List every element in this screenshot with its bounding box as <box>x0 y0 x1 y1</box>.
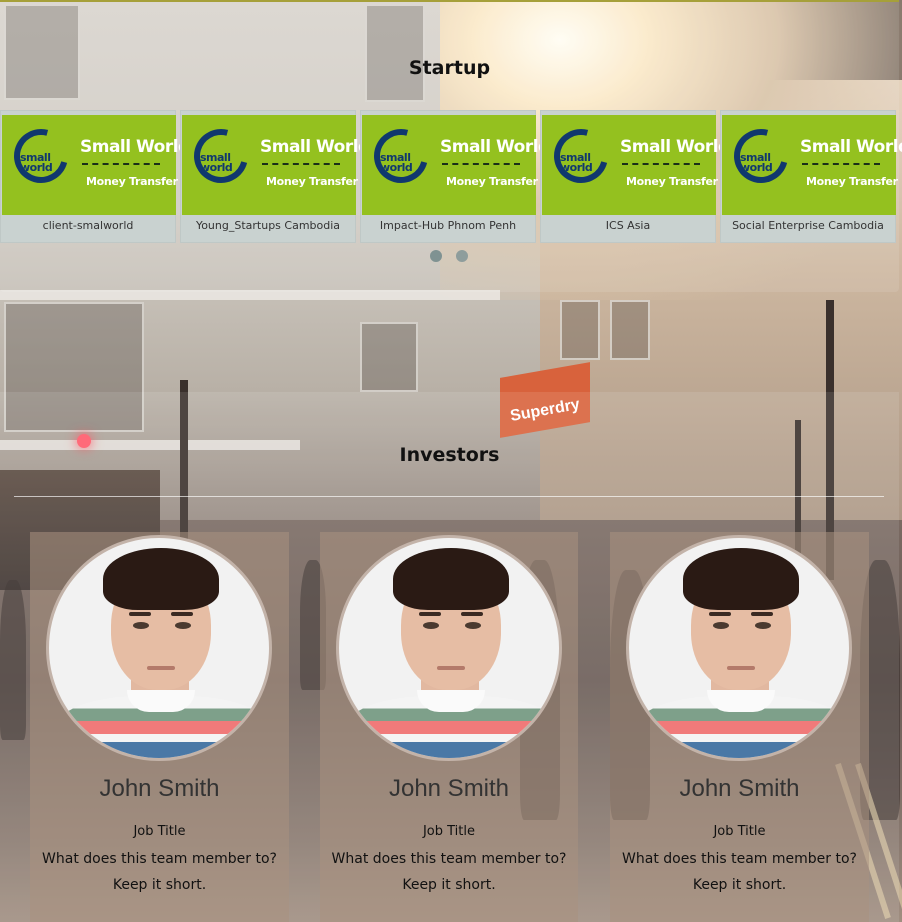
investors-section-title: Investors <box>399 444 500 466</box>
logo-title: Small World <box>80 137 190 157</box>
small-world-logo: small world Small World Money Transfer <box>722 115 902 215</box>
small-world-logo: small world Small World Money Transfer <box>362 115 550 215</box>
member-job-title: Job Title <box>133 824 186 839</box>
member-description-line: Keep it short. <box>112 877 207 893</box>
startup-section: Startup small world Small World Money Tr… <box>0 0 902 292</box>
avatar-hair <box>103 548 219 610</box>
background-window <box>360 322 418 392</box>
member-description-line: Keep it short. <box>402 877 496 893</box>
startup-card-label: Young_Startups Cambodia <box>195 219 341 232</box>
avatar-brow <box>129 612 151 616</box>
startup-card[interactable]: small world Small World Money Transfer Y… <box>180 110 370 243</box>
member-description-line: What does this team member to? <box>622 851 857 867</box>
background-window <box>560 300 600 360</box>
avatar-brow <box>751 612 773 616</box>
logo-subtitle: Money Transfer <box>806 175 898 188</box>
small-world-logo: small world Small World Money Transfer <box>2 115 190 215</box>
team-member-card: John Smith Job Title What does this team… <box>30 532 289 922</box>
startup-card-label: ICS Asia <box>605 219 651 232</box>
section-divider <box>14 496 884 497</box>
startup-card-label: Impact-Hub Phnom Penh <box>379 219 517 232</box>
logo-small-text: small world <box>200 151 233 174</box>
logo-title: Small World <box>800 137 902 157</box>
avatar <box>46 535 272 761</box>
avatar-hair <box>393 548 509 610</box>
member-name: John Smith <box>99 775 220 802</box>
avatar-brow <box>709 612 731 616</box>
logo-small-text: small world <box>380 151 413 174</box>
startup-carousel: small world Small World Money Transfer c… <box>0 110 902 243</box>
team-member-card: John Smith Job Title What does this team… <box>610 532 869 922</box>
avatar-eye <box>175 622 191 629</box>
avatar-mouth <box>727 666 755 670</box>
member-description-line: What does this team member to? <box>42 851 277 867</box>
avatar-hair <box>683 548 799 610</box>
logo-subtitle: Money Transfer <box>446 175 538 188</box>
logo-divider <box>802 163 880 165</box>
startup-card[interactable]: small world Small World Money Transfer I… <box>540 110 730 243</box>
member-description: What does this team member to? Keep it s… <box>320 846 578 898</box>
logo-divider <box>622 163 700 165</box>
member-description: What does this team member to? Keep it s… <box>610 846 869 898</box>
small-world-logo: small world Small World Money Transfer <box>182 115 370 215</box>
avatar-mouth <box>147 666 175 670</box>
avatar-eye <box>713 622 729 629</box>
avatar <box>626 535 852 761</box>
investors-section: Investors John Smith Job Title What does… <box>0 392 899 922</box>
avatar-brow <box>171 612 193 616</box>
startup-card[interactable]: small world Small World Money Transfer c… <box>0 110 190 243</box>
member-name: John Smith <box>679 775 800 802</box>
avatar-eye <box>465 622 481 629</box>
avatar <box>336 535 562 761</box>
logo-divider <box>262 163 340 165</box>
avatar-eye <box>755 622 771 629</box>
startup-card-label: Social Enterprise Cambodia <box>732 219 884 232</box>
avatar-eye <box>133 622 149 629</box>
small-world-logo: small world Small World Money Transfer <box>542 115 730 215</box>
avatar-eye <box>423 622 439 629</box>
logo-divider <box>442 163 520 165</box>
member-description-line: What does this team member to? <box>331 851 567 867</box>
startup-section-title: Startup <box>408 57 491 79</box>
avatar-mouth <box>437 666 465 670</box>
logo-subtitle: Money Transfer <box>86 175 178 188</box>
member-name: John Smith <box>388 775 510 802</box>
carousel-dot-2[interactable] <box>456 250 468 262</box>
member-description-line: Keep it short. <box>692 877 787 893</box>
logo-small-text: small world <box>560 151 593 174</box>
logo-title: Small World <box>440 137 550 157</box>
member-job-title: Job Title <box>422 824 476 839</box>
startup-card-label: client-smalworld <box>42 219 134 232</box>
carousel-dot-1[interactable] <box>430 250 442 262</box>
startup-card[interactable]: small world Small World Money Transfer S… <box>720 110 902 243</box>
logo-small-text: small world <box>740 151 773 174</box>
logo-subtitle: Money Transfer <box>266 175 358 188</box>
background-window <box>610 300 650 360</box>
member-description: What does this team member to? Keep it s… <box>30 846 289 898</box>
member-job-title: Job Title <box>713 824 766 839</box>
avatar-brow <box>419 612 441 616</box>
team-member-card: John Smith Job Title What does this team… <box>320 532 578 922</box>
logo-divider <box>82 163 160 165</box>
logo-title: Small World <box>260 137 370 157</box>
logo-subtitle: Money Transfer <box>626 175 718 188</box>
logo-small-text: small world <box>20 151 53 174</box>
avatar-brow <box>461 612 483 616</box>
startup-card[interactable]: small world Small World Money Transfer I… <box>360 110 550 243</box>
logo-title: Small World <box>620 137 730 157</box>
